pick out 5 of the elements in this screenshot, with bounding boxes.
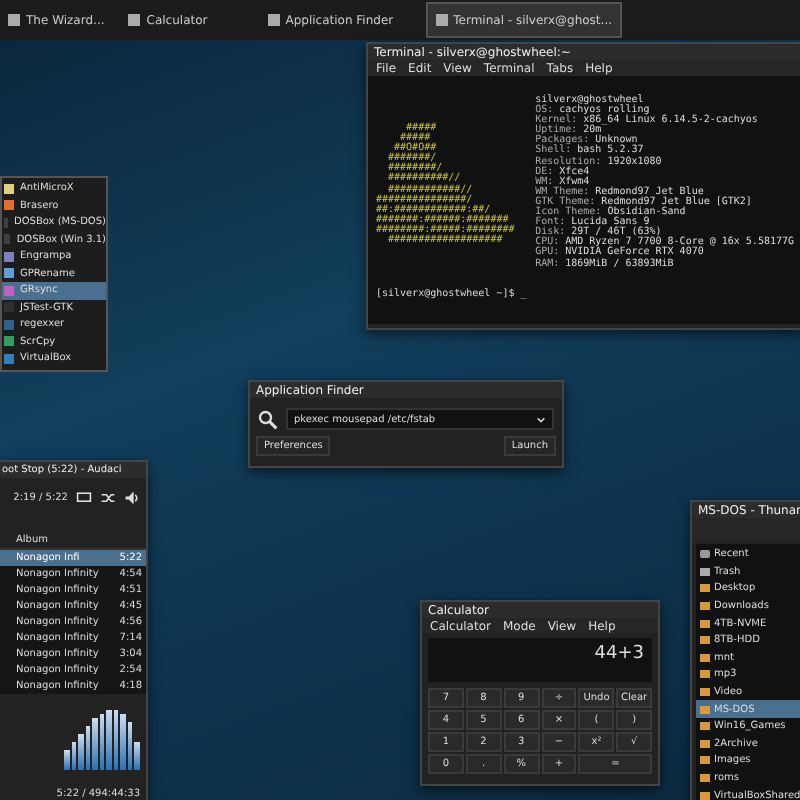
visualizer-drawing: [64, 706, 140, 770]
calculator-display: 44+3: [428, 638, 652, 682]
search-icon: [258, 409, 278, 429]
shuffle-icon[interactable]: [100, 490, 116, 506]
volume-icon[interactable]: [124, 490, 140, 506]
